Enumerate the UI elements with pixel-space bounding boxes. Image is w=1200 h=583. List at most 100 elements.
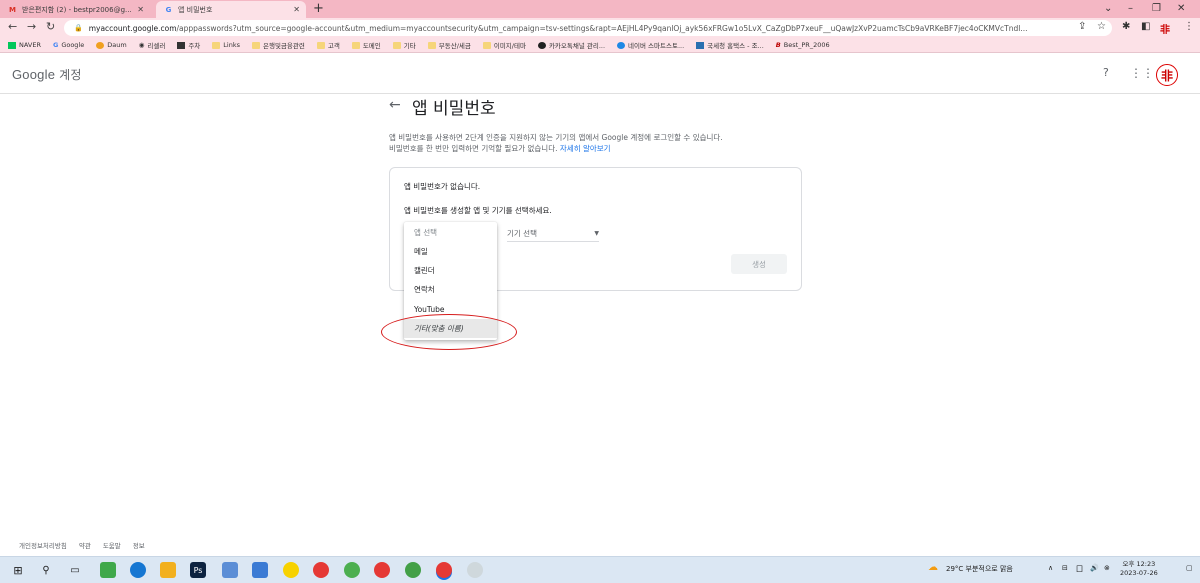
avatar[interactable]: 非	[1156, 64, 1178, 86]
device-select[interactable]: 기기 선택 ▼	[507, 228, 599, 242]
profile-icon[interactable]: 非	[1160, 21, 1170, 36]
menu-item-placeholder[interactable]: 앱 선택	[404, 223, 497, 242]
bookmark-naver-store[interactable]: 네이버 스마트스토...	[617, 40, 684, 50]
chevron-down-icon[interactable]: ⌄	[1104, 0, 1112, 18]
help-icon[interactable]: ?	[1103, 66, 1109, 79]
windows-start-icon[interactable]: ⊞	[10, 562, 26, 578]
chrome-icon[interactable]	[313, 562, 329, 578]
language-icon[interactable]: 囗	[1076, 564, 1083, 574]
footer-help-link[interactable]: 도움말	[103, 540, 121, 550]
bookmark-bank[interactable]: 은행및금융관련	[251, 40, 305, 50]
share-icon[interactable]: ⇪	[1078, 21, 1086, 32]
tab-gmail[interactable]: M 받은편지함 (2) - bestpr2006@g... ✕	[0, 1, 150, 18]
side-panel-icon[interactable]: ◧	[1141, 21, 1150, 32]
tray-chevron-icon[interactable]: ∧	[1048, 564, 1053, 572]
taskbar-clock[interactable]: 오후 12:23 2023-07-26	[1120, 560, 1158, 578]
bookmark-google[interactable]: G Google	[53, 41, 84, 49]
footer-terms-link[interactable]: 약관	[79, 540, 91, 550]
folder-icon	[251, 41, 260, 49]
close-tab-icon[interactable]: ✕	[137, 5, 144, 14]
app-icon-3[interactable]	[252, 562, 268, 578]
bookmark-kakao[interactable]: 카카오톡채널 관리...	[537, 40, 605, 50]
notification-icon[interactable]: ⊗	[1104, 564, 1110, 572]
kakaotalk-icon[interactable]	[283, 562, 299, 578]
gmail-icon: M	[9, 5, 16, 14]
minimize-icon[interactable]: –	[1128, 0, 1133, 18]
menu-kebab-icon[interactable]: ⋮	[1184, 21, 1194, 32]
chrome-active-icon[interactable]	[436, 562, 452, 578]
browser-toolbar: ← → ↻ 🔒 myaccount.google.com/apppassword…	[0, 18, 1200, 38]
volume-icon[interactable]: 🔊	[1090, 564, 1099, 572]
bookmark-domain[interactable]: 도메인	[351, 40, 381, 50]
lock-icon: 🔒	[74, 24, 83, 32]
chat-bubble-icon[interactable]: ▢	[1186, 564, 1193, 572]
tab-label: 앱 비밀번호	[178, 5, 213, 14]
bookmark-hometax[interactable]: 국세청 홈택스 - 조...	[696, 40, 764, 50]
hometax-icon	[696, 41, 705, 49]
close-tab-icon[interactable]: ✕	[293, 5, 300, 14]
select-instruction: 앱 비밀번호를 생성할 앱 및 기기를 선택하세요.	[404, 206, 552, 215]
bookmark-bestpr[interactable]: B Best_PR_2006	[776, 41, 830, 49]
app-icon-4[interactable]	[344, 562, 360, 578]
back-arrow-icon[interactable]: ←	[8, 20, 17, 33]
task-view-icon[interactable]: ▭	[67, 562, 83, 578]
windows-taskbar: ⊞ ⚲ ▭ Ps ☁ 29°C 부분적으로 맑음 ∧ ⊟ 囗 🔊 ⊗ 오후 12…	[0, 556, 1200, 583]
photoshop-icon[interactable]: Ps	[190, 562, 206, 578]
no-passwords-message: 앱 비밀번호가 없습니다.	[404, 182, 481, 191]
star-icon[interactable]: ☆	[1097, 21, 1106, 32]
parking-icon	[177, 41, 186, 49]
description-line-1: 앱 비밀번호를 사용하면 2단계 인증을 지원하지 않는 기기의 앱에서 Goo…	[389, 133, 723, 142]
folder-icon	[351, 41, 360, 49]
bookmark-customer[interactable]: 고객	[316, 40, 340, 50]
app-icon-1[interactable]	[100, 562, 116, 578]
google-icon: G	[52, 41, 59, 49]
address-bar[interactable]: 🔒 myaccount.google.com/apppasswords?utm_…	[64, 20, 1112, 36]
reseller-icon: ◉	[138, 41, 145, 49]
google-account-logo[interactable]: Google 계정	[12, 66, 82, 83]
app-icon-6[interactable]	[467, 562, 483, 578]
folder-icon	[316, 41, 325, 49]
app-icon-5[interactable]	[405, 562, 421, 578]
tab-app-passwords[interactable]: G 앱 비밀번호 ✕	[156, 1, 306, 18]
url-path: /apppasswords?utm_source=google-account&…	[176, 23, 1028, 33]
bestpr-icon: B	[775, 41, 781, 49]
bookmark-links[interactable]: Links	[212, 41, 240, 49]
menu-item-mail[interactable]: 메일	[404, 242, 497, 261]
search-icon[interactable]: ⚲	[38, 562, 54, 578]
bookmark-etc[interactable]: 기타	[392, 40, 416, 50]
forward-arrow-icon[interactable]: →	[27, 20, 36, 33]
extensions-icon[interactable]: ✱	[1122, 21, 1130, 32]
app-icon-2[interactable]	[222, 562, 238, 578]
weather-icon: ☁	[928, 562, 938, 573]
menu-item-contacts[interactable]: 연락처	[404, 280, 497, 299]
bookmark-realestate[interactable]: 부동산/세금	[427, 40, 471, 50]
bookmark-parking[interactable]: 주차	[177, 40, 200, 50]
bookmark-images[interactable]: 이미지/테마	[482, 40, 526, 50]
learn-more-link[interactable]: 자세히 알아보기	[560, 144, 611, 153]
footer-about-link[interactable]: 정보	[133, 540, 145, 550]
new-tab-icon[interactable]: +	[313, 1, 324, 16]
network-icon[interactable]: ⊟	[1062, 564, 1068, 572]
back-arrow-icon[interactable]: ←	[389, 97, 401, 113]
generate-button[interactable]: 생성	[731, 254, 787, 274]
bookmark-reseller[interactable]: ◉ 리셀러	[139, 40, 166, 50]
weather-text[interactable]: 29°C 부분적으로 맑음	[946, 564, 1013, 574]
reload-icon[interactable]: ↻	[46, 20, 55, 33]
naver-store-icon	[617, 41, 626, 49]
url-host: myaccount.google.com	[88, 23, 177, 33]
chrome-profile-icon[interactable]	[374, 562, 390, 578]
device-select-label: 기기 선택	[507, 229, 537, 238]
file-explorer-icon[interactable]	[160, 562, 176, 578]
edge-icon[interactable]	[130, 562, 146, 578]
folder-icon	[427, 41, 436, 49]
folder-icon	[482, 41, 491, 49]
restore-icon[interactable]: ❐	[1152, 0, 1161, 18]
menu-item-calendar[interactable]: 캘린더	[404, 261, 497, 280]
footer-privacy-link[interactable]: 개인정보처리방침	[19, 540, 67, 550]
close-window-icon[interactable]: ✕	[1177, 0, 1185, 18]
account-label: 계정	[59, 68, 82, 82]
page-footer: 개인정보처리방침 약관 도움말 정보	[19, 540, 145, 550]
bookmark-naver[interactable]: NAVER	[8, 41, 41, 49]
bookmark-daum[interactable]: Daum	[96, 41, 127, 49]
description: 앱 비밀번호를 사용하면 2단계 인증을 지원하지 않는 기기의 앱에서 Goo…	[389, 132, 809, 154]
